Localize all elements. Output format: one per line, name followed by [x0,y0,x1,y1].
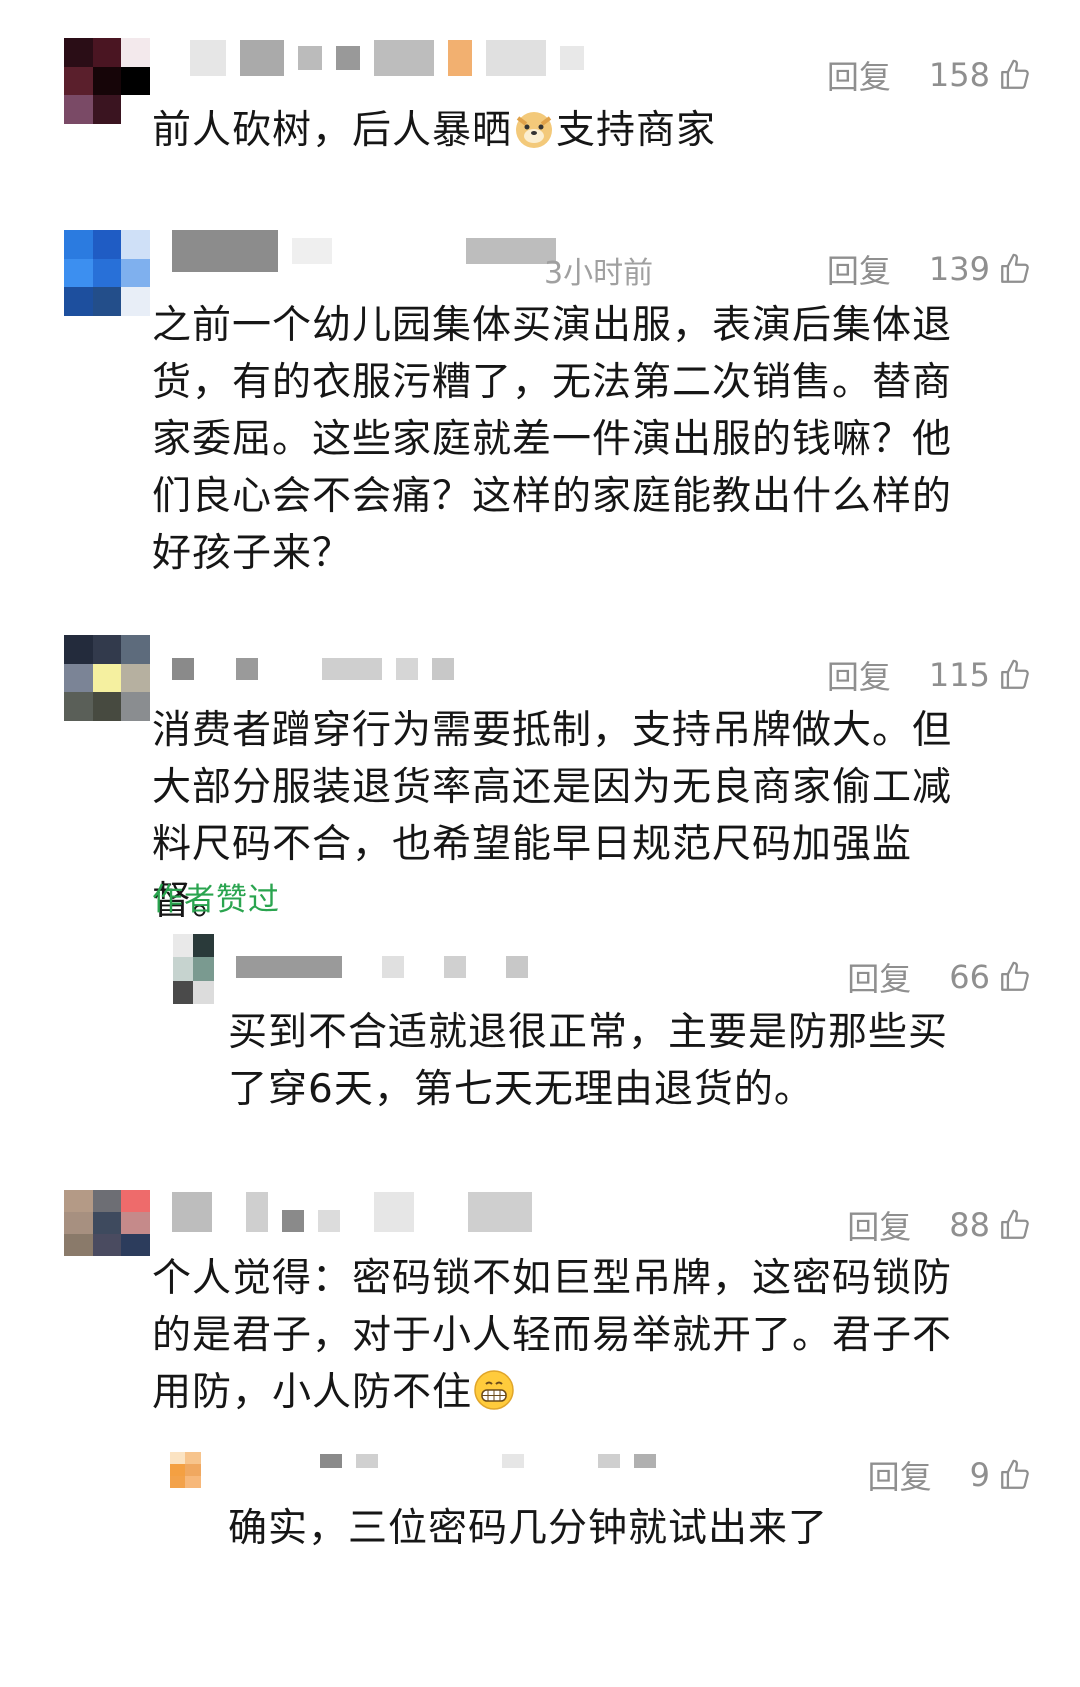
reply-button[interactable]: 回复 [827,52,891,98]
like-count: 115 [928,656,990,694]
avatar[interactable] [64,1190,150,1256]
avatar[interactable] [152,934,214,1004]
username-blurred[interactable] [236,956,528,978]
thumbs-up-icon[interactable] [998,1458,1032,1492]
comment-text-part: 个人觉得：密码锁不如巨型吊牌，这密码锁防的是君子，对于小人轻而易举就开了。君子不… [152,1256,953,1415]
comment-actions: 回复 9 [868,1452,1032,1498]
thumbs-up-icon[interactable] [998,252,1032,286]
comment-text: 之前一个幼儿园集体买演出服，表演后集体退货，有的衣服污糟了，无法第二次销售。替商… [152,303,953,576]
doge-emoji [516,112,553,148]
grin-emoji [474,1370,514,1410]
avatar[interactable] [64,230,150,316]
like-count: 158 [928,56,990,94]
like-count: 88 [949,1206,990,1244]
comment-actions: 回复 115 [827,652,1032,698]
avatar[interactable] [170,1452,216,1488]
comment-text: 前人砍树，后人暴晒 支持商家 [152,102,992,159]
reply-button[interactable]: 回复 [847,954,911,1000]
reply-button[interactable]: 回复 [847,1202,911,1248]
comment-actions: 回复 88 [847,1202,1032,1248]
like-count: 139 [928,250,990,288]
comment-text: 个人觉得：密码锁不如巨型吊牌，这密码锁防的是君子，对于小人轻而易举就开了。君子不… [152,1250,952,1421]
thumbs-up-icon[interactable] [998,658,1032,692]
thumbs-up-icon[interactable] [998,960,1032,994]
reply-button[interactable]: 回复 [868,1452,932,1498]
comment-actions: 回复 66 [847,954,1032,1000]
author-liked-badge: 作者赞过 [152,882,280,918]
comment-text-part: 支持商家 [556,108,717,153]
username-blurred[interactable] [190,40,584,76]
avatar[interactable] [64,38,150,124]
avatar[interactable] [64,635,150,721]
comment-actions: 回复 139 [827,246,1032,292]
like-count: 9 [969,1456,990,1494]
username-blurred[interactable] [172,230,556,272]
like-count: 66 [949,958,990,996]
comment-timestamp: 3小时前 [544,256,654,291]
comment-actions: 回复 158 [827,52,1032,98]
comment-text-part: 前人砍树，后人暴晒 [152,108,513,153]
comment-text: 确实，三位密码几分钟就试出来了 [228,1506,829,1551]
username-blurred[interactable] [320,1454,656,1468]
comment-text: 买到不合适就退很正常，主要是防那些买了穿6天，第七天无理由退货的。 [228,1010,949,1112]
username-blurred[interactable] [172,1192,532,1232]
reply-button[interactable]: 回复 [827,652,891,698]
thumbs-up-icon[interactable] [998,1208,1032,1242]
thumbs-up-icon[interactable] [998,58,1032,92]
reply-button[interactable]: 回复 [827,246,891,292]
username-blurred[interactable] [172,638,454,680]
